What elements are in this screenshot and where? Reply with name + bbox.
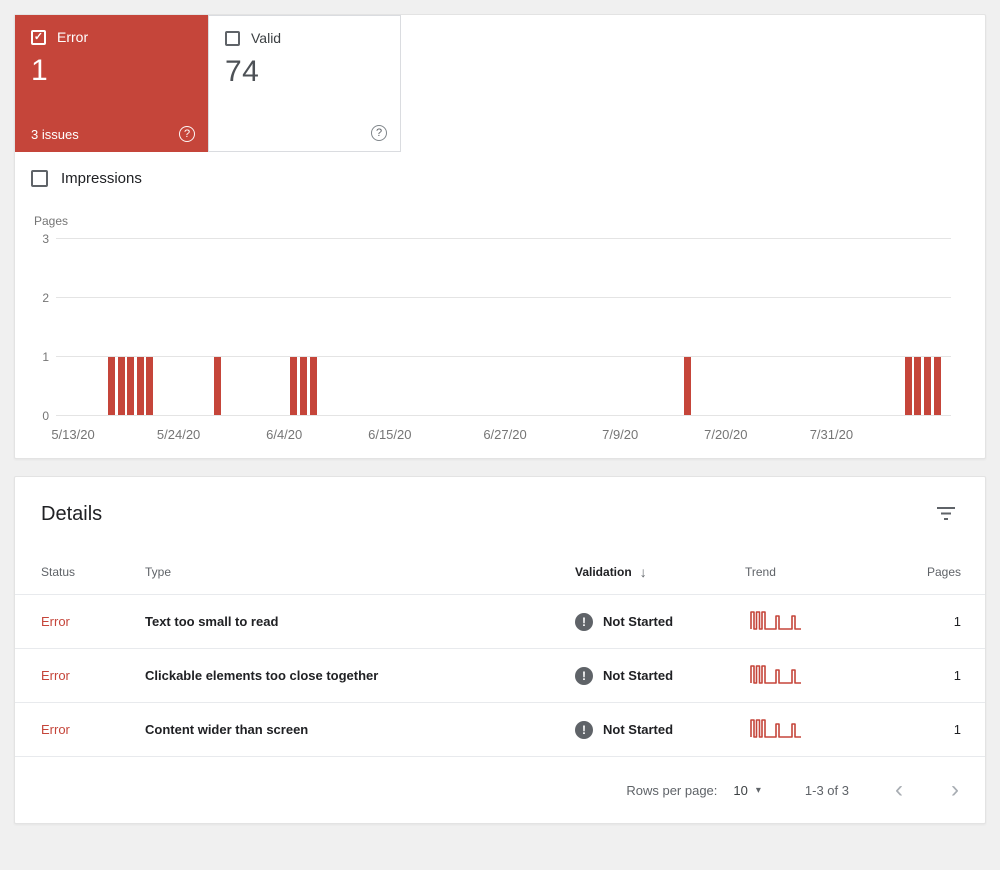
validation-status-label: Not Started [603,668,674,683]
row-pages: 1 [953,722,961,737]
sort-desc-icon: ↓ [639,563,647,580]
tab-error[interactable]: ✓ Error 1 3 issues ? [15,15,208,152]
rows-per-page-value: 10 [733,782,748,798]
x-axis-tick: 7/31/20 [809,427,854,442]
table-row[interactable]: Error Text too small to read! Not Started 1 [15,595,985,649]
gridline [56,415,951,416]
gridline [56,356,951,357]
trend-sparkline-icon [750,665,801,684]
pagination-range: 1-3 of 3 [804,782,849,798]
column-header-trend[interactable]: Trend [745,565,875,579]
column-header-status[interactable]: Status [15,565,145,579]
chart-bar [107,357,115,415]
x-axis-tick: 6/15/20 [368,427,412,442]
y-axis-tick: 2 [42,291,49,305]
x-axis-tick: 5/13/20 [51,427,95,442]
row-validation: ! Not Started [575,666,745,685]
chart-bar [127,357,135,415]
chart-bar [213,357,221,415]
validation-header-label: Validation [575,564,632,579]
previous-page-icon[interactable]: ‹ [895,778,903,802]
chart-bar [923,357,931,415]
chart-bar [117,357,125,415]
y-axis-title: Pages [34,214,69,228]
x-axis-tick: 5/24/20 [156,427,201,442]
summary-chart-card: ✓ Error 1 3 issues ? Valid 74 ? Impressi… [14,14,986,459]
row-status: Error [41,668,70,683]
row-pages: 1 [953,614,961,629]
validation-status-label: Not Started [603,722,674,737]
row-validation: ! Not Started [575,612,745,631]
gridline [56,297,951,298]
valid-count: 74 [225,55,260,88]
valid-checkbox[interactable] [225,30,240,46]
column-header-type[interactable]: Type [145,565,575,579]
help-icon[interactable]: ? [179,126,195,142]
row-type-link[interactable]: Text too small to read [145,614,575,629]
trend-sparkline-icon [750,611,801,630]
tab-valid[interactable]: Valid 74 ? [208,15,401,152]
x-axis-tick: 6/4/20 [266,427,303,442]
not-started-icon: ! [575,612,593,631]
error-issues-label: 3 issues [31,126,79,142]
row-pages: 1 [953,668,961,683]
chart-bar [136,357,144,415]
table-header: Status Type Validation ↓ Trend Pages [15,549,985,595]
rows-per-page-label: Rows per page: [626,782,718,798]
row-trend [745,661,875,690]
chart-bar [290,357,298,415]
next-page-icon[interactable]: › [951,778,959,802]
chart-bar [904,357,912,415]
row-trend [745,715,875,744]
impressions-toggle[interactable]: Impressions [31,170,142,187]
table-footer: Rows per page: 10 ▾ 1-3 of 3 ‹ › [15,757,985,823]
error-count: 1 [31,54,49,87]
x-axis-tick: 7/9/20 [602,427,639,442]
not-started-icon: ! [575,720,593,739]
y-axis-tick: 3 [42,232,49,246]
details-title: Details [41,503,103,525]
table-row[interactable]: Error Clickable elements too close togeth… [15,649,985,703]
impressions-label: Impressions [61,170,142,187]
dropdown-caret-icon: ▾ [755,784,761,796]
filter-icon[interactable] [933,503,959,529]
y-axis-tick: 1 [42,350,49,364]
x-axis-tick: 6/27/20 [483,427,527,442]
row-status: Error [41,614,70,629]
trend-sparkline-icon [750,719,801,738]
help-icon[interactable]: ? [371,125,387,141]
chart-bar [933,357,941,415]
x-axis-tick: 7/20/20 [704,427,748,442]
row-status: Error [41,722,70,737]
chart-bar [914,357,922,415]
row-validation: ! Not Started [575,720,745,739]
gridline [56,238,951,239]
chart-bar [146,357,154,415]
impressions-checkbox[interactable] [31,170,48,187]
row-type-link[interactable]: Clickable elements too close together [145,668,575,683]
error-checkbox[interactable]: ✓ [31,29,46,45]
chart-plot: 0 1 2 3 5/13/20 5/24/20 6/4/20 6/15/20 6/27/20 7/… [42,233,951,442]
not-started-icon: ! [575,666,593,685]
column-header-pages[interactable]: Pages [875,565,985,579]
row-type-link[interactable]: Content wider than screen [145,722,575,737]
chart-bar [683,357,691,415]
y-axis-tick: 0 [42,409,49,423]
rows-per-page-select[interactable]: 10 ▾ [733,783,761,798]
error-tab-label: Error [57,29,89,45]
chart-bar [309,357,317,415]
valid-tab-label: Valid [251,30,282,46]
details-card: Details Status Type Validation ↓ Trend P… [14,476,986,824]
validation-status-label: Not Started [603,614,674,629]
details-rows: Error Text too small to read! Not Started 1… [15,595,985,757]
table-row[interactable]: Error Content wider than screen! Not Start… [15,703,985,757]
column-header-validation[interactable]: Validation ↓ [575,564,745,580]
row-trend [745,607,875,636]
status-tabs: ✓ Error 1 3 issues ? Valid 74 ? [15,15,985,152]
chart-bar [299,357,307,415]
